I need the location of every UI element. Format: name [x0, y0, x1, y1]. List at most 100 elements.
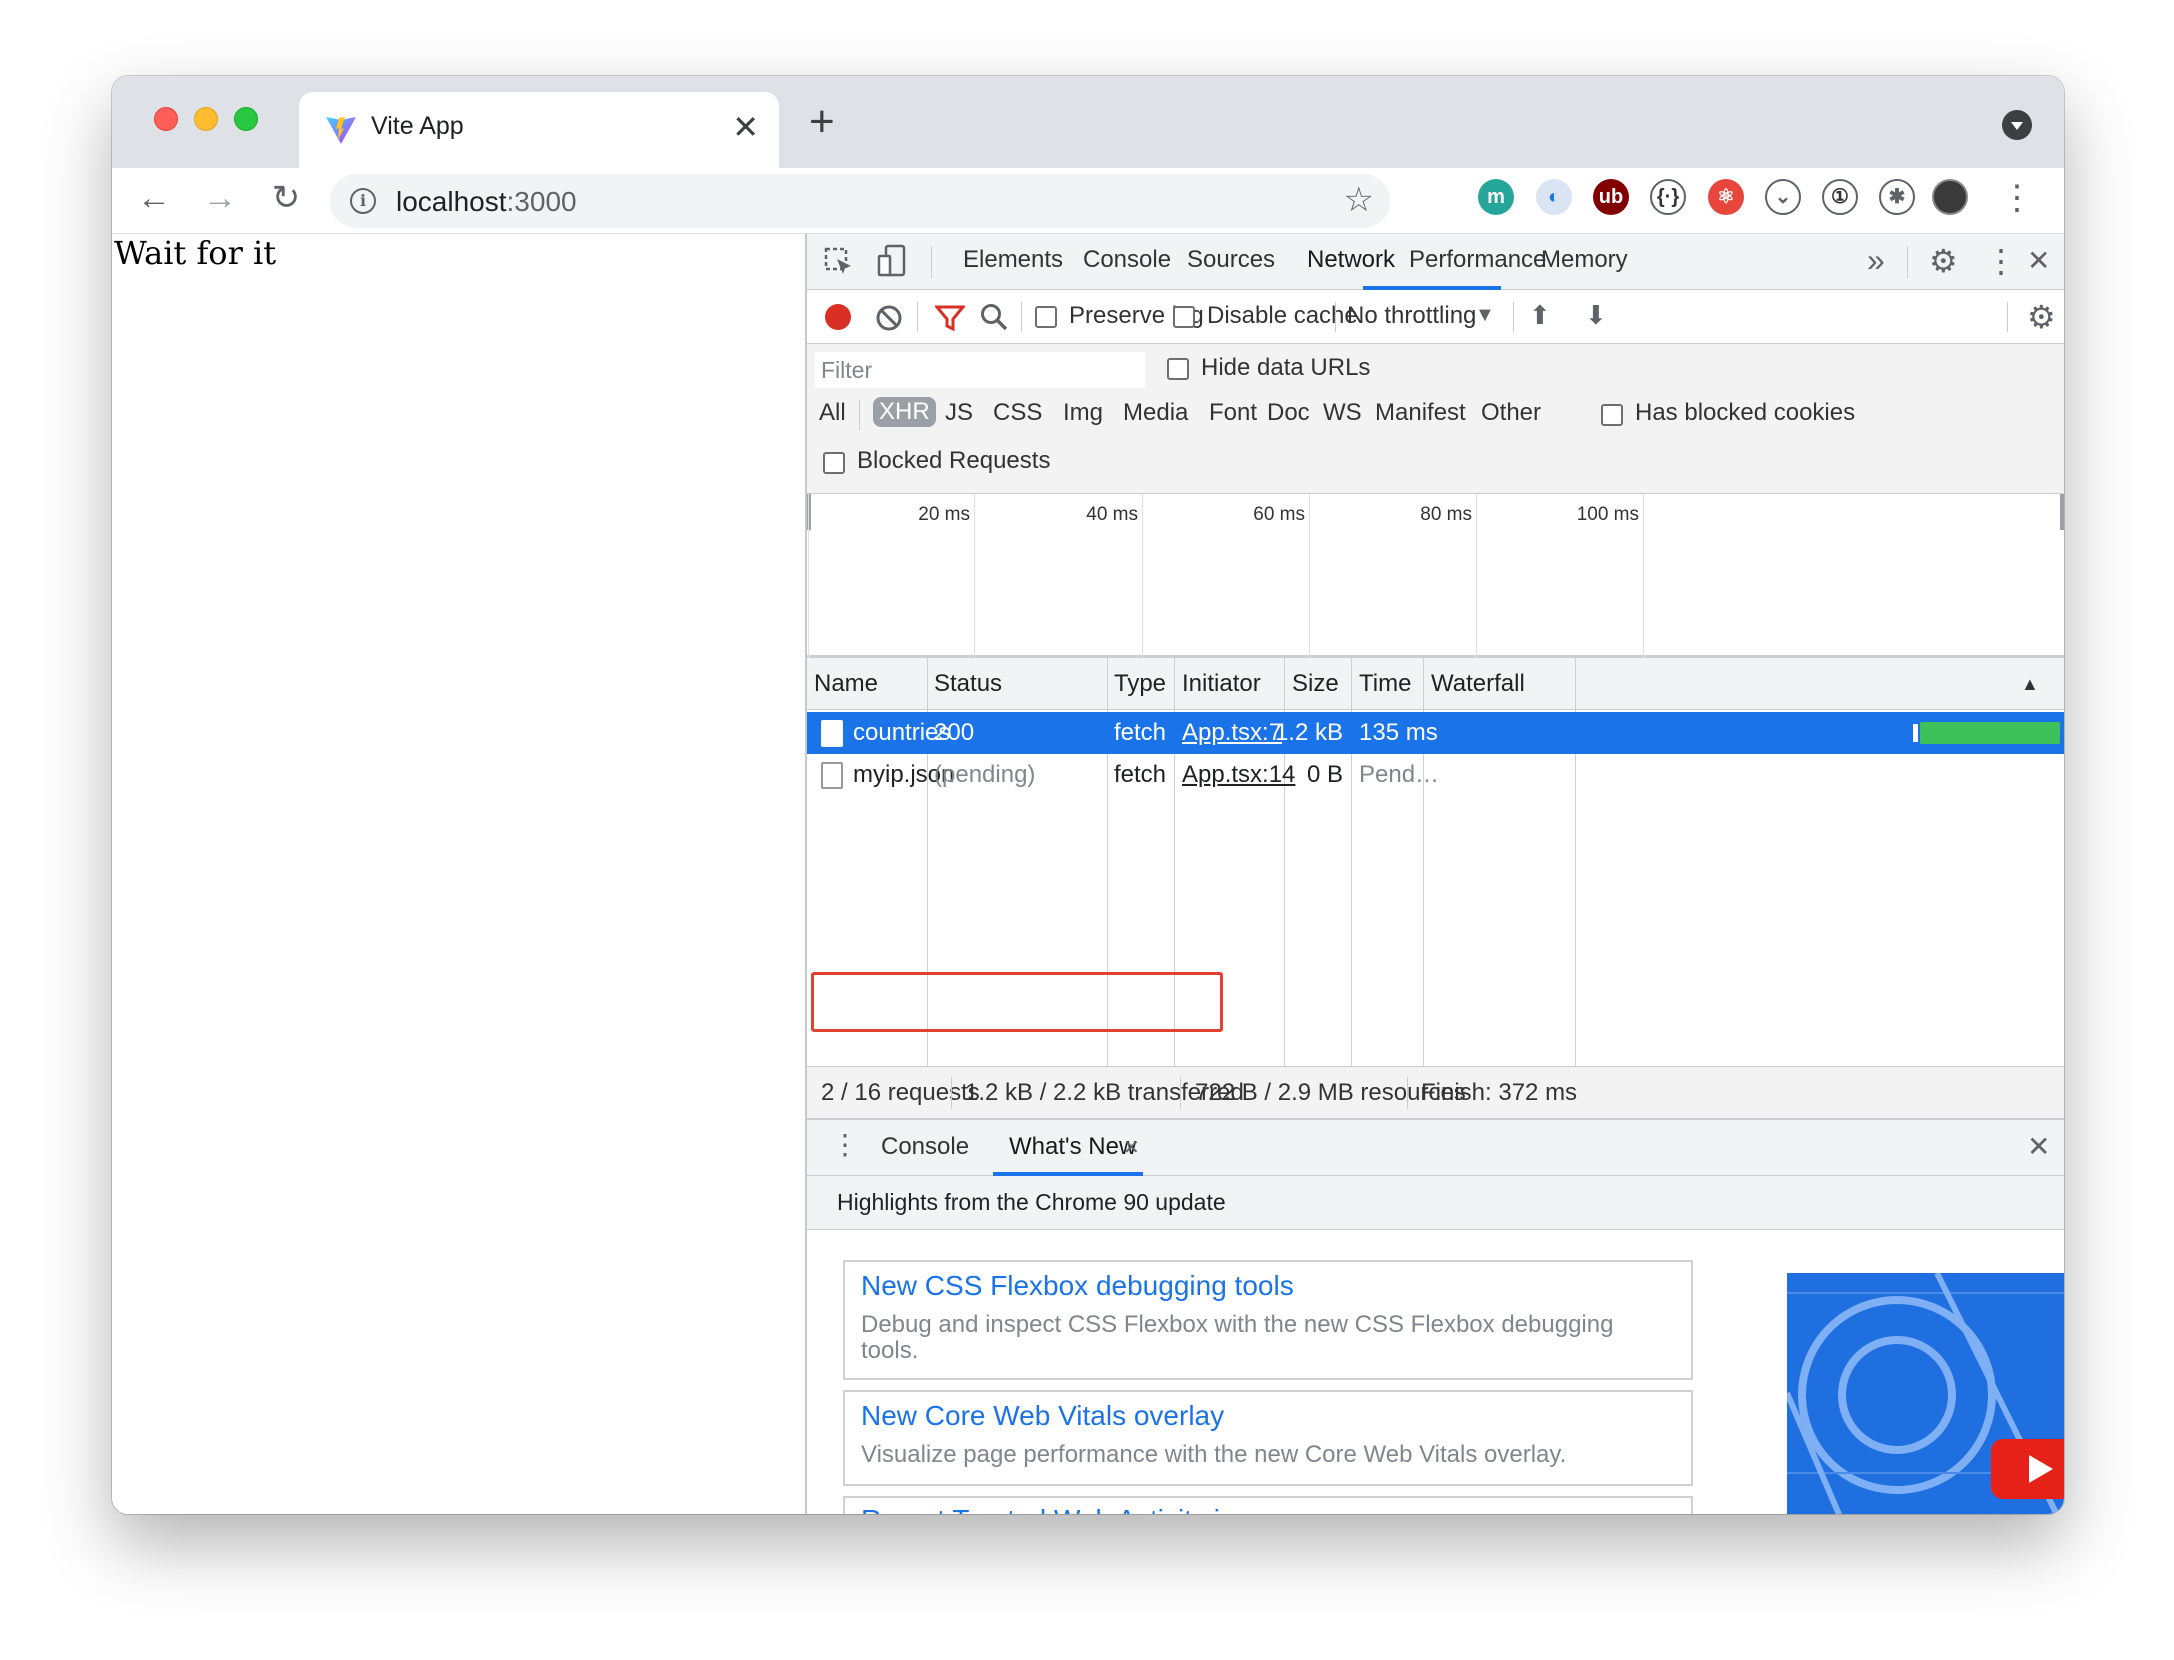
feature-card[interactable]: New CSS Flexbox debugging tools Debug an… [843, 1260, 1693, 1380]
column-header-initiator[interactable]: Initiator [1182, 670, 1261, 698]
bookmark-star-icon[interactable]: ☆ [1344, 180, 1374, 220]
column-header-type[interactable]: Type [1114, 670, 1166, 698]
overview-right-handle[interactable] [2060, 494, 2064, 530]
hide-data-urls-checkbox[interactable] [1167, 358, 1189, 380]
profile-avatar[interactable] [1932, 179, 1968, 215]
feature-card[interactable]: New Core Web Vitals overlay Visualize pa… [843, 1390, 1693, 1486]
tab-elements[interactable]: Elements [963, 246, 1063, 274]
video-thumbnail[interactable] [1787, 1273, 2064, 1514]
filter-icon[interactable] [935, 304, 965, 332]
drawer-tab-whats-new[interactable]: What's New [1009, 1133, 1136, 1161]
overview-gridline [1309, 494, 1310, 658]
inspect-element-icon[interactable] [823, 246, 855, 278]
blocked-requests-checkbox[interactable] [823, 452, 845, 474]
close-drawer-icon[interactable]: ✕ [2027, 1130, 2050, 1163]
site-info-icon[interactable]: i [350, 188, 376, 214]
type-filter-doc[interactable]: Doc [1267, 399, 1310, 427]
close-devtools-icon[interactable]: ✕ [2027, 244, 2050, 277]
browser-tab[interactable]: Vite App ✕ [299, 92, 779, 168]
column-header-waterfall[interactable]: Waterfall [1431, 670, 1525, 698]
export-har-icon[interactable]: ⬇ [1585, 300, 1607, 331]
type-filter-css[interactable]: CSS [993, 399, 1042, 427]
type-filter-ws[interactable]: WS [1323, 399, 1362, 427]
search-icon[interactable] [979, 302, 1009, 332]
drawer-tab-console[interactable]: Console [881, 1133, 969, 1161]
drawer-menu-icon[interactable]: ⋮ [831, 1128, 859, 1161]
feature-card-title[interactable]: Report Trusted Web Activity issues [861, 1504, 1293, 1514]
tab-search-icon[interactable] [2002, 110, 2032, 140]
zoom-window-button[interactable] [234, 107, 258, 131]
browser-menu-icon[interactable]: ⋮ [1995, 176, 2039, 220]
address-bar[interactable]: i localhost:3000 ☆ [330, 174, 1390, 228]
waterfall-bar[interactable] [1920, 722, 2060, 744]
m-extension-icon[interactable]: m [1478, 179, 1514, 215]
table-row[interactable]: countries 200 fetch App.tsx:7 1.2 kB 135 ms [807, 712, 2064, 754]
new-tab-button[interactable]: + [809, 98, 835, 146]
tab-performance[interactable]: Performance [1409, 246, 1546, 274]
column-header-time[interactable]: Time [1359, 670, 1411, 698]
settings-gear-icon[interactable]: ⚙ [1929, 242, 1958, 280]
close-window-button[interactable] [154, 107, 178, 131]
opera-vpn-icon[interactable]: ◐ [1536, 179, 1572, 215]
throttling-select[interactable]: No throttling [1347, 302, 1476, 330]
onepassword-icon[interactable]: ① [1822, 179, 1858, 215]
forward-icon[interactable]: → [198, 176, 242, 220]
whats-new-content: New CSS Flexbox debugging tools Debug an… [807, 1230, 2064, 1514]
reload-icon[interactable]: ↻ [264, 176, 308, 220]
table-row[interactable]: myip.json (pending) fetch App.tsx:14 0 B Pend… [807, 754, 2064, 796]
column-header-status[interactable]: Status [934, 670, 1002, 698]
youtube-play-icon[interactable] [1991, 1439, 2064, 1499]
import-har-icon[interactable]: ⬆ [1529, 300, 1551, 331]
devtools-menu-icon[interactable]: ⋮ [1985, 242, 2017, 280]
device-toolbar-icon[interactable] [877, 244, 909, 278]
tab-network[interactable]: Network [1307, 246, 1395, 274]
ublock-origin-icon[interactable]: ub [1593, 179, 1629, 215]
tab-console[interactable]: Console [1083, 246, 1171, 274]
tab-strip: Vite App ✕ + [112, 76, 2064, 168]
type-filter-img[interactable]: Img [1063, 399, 1103, 427]
preserve-log-checkbox[interactable] [1035, 306, 1057, 328]
record-icon[interactable] [825, 304, 851, 330]
type-filter-xhr[interactable]: XHR [873, 397, 936, 427]
type-filter-other[interactable]: Other [1481, 399, 1541, 427]
request-initiator-link[interactable]: App.tsx:14 [1182, 761, 1295, 789]
separator [1335, 302, 1336, 332]
clear-icon[interactable] [875, 304, 903, 332]
tab-memory[interactable]: Memory [1541, 246, 1628, 274]
json-viewer-icon[interactable]: {·} [1650, 179, 1686, 215]
more-tabs-icon[interactable]: » [1867, 242, 1885, 279]
timeline-overview[interactable]: 20 ms 40 ms 60 ms 80 ms 100 ms [807, 494, 2064, 658]
feature-card-title[interactable]: New CSS Flexbox debugging tools [861, 1270, 1294, 1302]
column-header-name[interactable]: Name [814, 670, 878, 698]
react-devtools-icon[interactable]: ⚛ [1708, 179, 1744, 215]
puzzle-extensions-icon[interactable]: ✱ [1879, 179, 1915, 215]
tab-sources[interactable]: Sources [1187, 246, 1275, 274]
overview-tick-label: 20 ms [918, 504, 970, 525]
column-header-size[interactable]: Size [1292, 670, 1339, 698]
request-time: Pend… [1359, 761, 1440, 788]
type-filter-font[interactable]: Font [1209, 399, 1257, 427]
url-text[interactable]: localhost:3000 [396, 186, 577, 218]
devtools-tab-bar: Elements Console Sources Network Performance… [807, 234, 2064, 290]
type-filter-media[interactable]: Media [1123, 399, 1188, 427]
filter-input[interactable]: Filter [815, 352, 1145, 388]
disable-cache-checkbox[interactable] [1173, 306, 1195, 328]
type-filter-all[interactable]: All [819, 399, 846, 427]
tab-close-icon[interactable]: ✕ [732, 107, 759, 147]
feature-card-title[interactable]: New Core Web Vitals overlay [861, 1400, 1224, 1432]
separator [859, 400, 860, 430]
close-tab-icon[interactable]: ✕ [1123, 1135, 1140, 1160]
pocket-icon[interactable]: ⌄ [1765, 179, 1801, 215]
feature-card[interactable]: Report Trusted Web Activity issues [843, 1496, 1693, 1514]
filter-bar: Filter Hide data URLs All XHR JS CSS Img Medi… [807, 344, 2064, 494]
chevron-down-icon[interactable]: ▼ [1475, 304, 1495, 327]
network-settings-icon[interactable]: ⚙ [2027, 298, 2056, 336]
has-blocked-cookies-label: Has blocked cookies [1635, 399, 1856, 426]
request-initiator-link[interactable]: App.tsx:7 [1182, 719, 1282, 747]
minimize-window-button[interactable] [194, 107, 218, 131]
back-icon[interactable]: ← [132, 176, 176, 220]
sort-ascending-icon[interactable]: ▲ [2021, 674, 2039, 695]
has-blocked-cookies-checkbox[interactable] [1601, 404, 1623, 426]
type-filter-manifest[interactable]: Manifest [1375, 399, 1466, 427]
type-filter-js[interactable]: JS [945, 399, 973, 427]
